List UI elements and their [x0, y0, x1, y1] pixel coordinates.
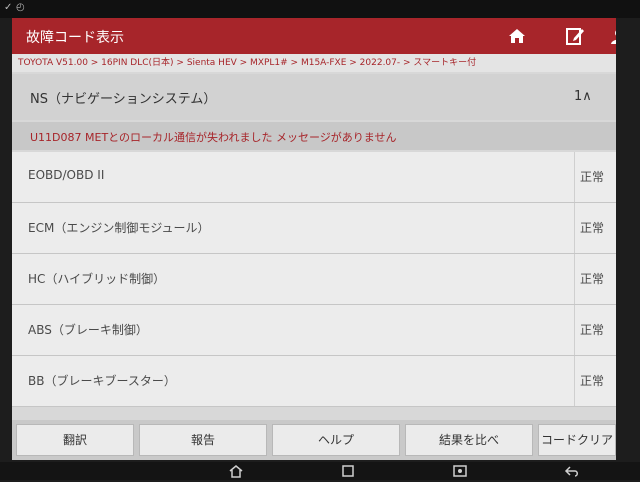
alarm-icon: ◴: [16, 2, 25, 13]
system-name: NS（ナビゲーションシステム）: [30, 92, 217, 107]
divider: [574, 203, 575, 253]
clear-codes-button[interactable]: コードクリア: [538, 424, 616, 456]
help-button[interactable]: ヘルプ: [272, 424, 400, 456]
list-item[interactable]: HC（ハイブリッド制御） 正常: [12, 254, 616, 305]
recents-icon[interactable]: [340, 463, 356, 482]
app-screen: 故障コード表示 TOYOTA V51.00 > 16PIN DLC(日本) > …: [12, 18, 616, 460]
back-icon[interactable]: [564, 463, 580, 482]
user-icon[interactable]: [608, 25, 616, 47]
signal-icon: ✓: [4, 2, 13, 13]
translate-button[interactable]: 翻訳: [16, 424, 134, 456]
divider: [574, 305, 575, 355]
ecu-list: EOBD/OBD II 正常 ECM（エンジン制御モジュール） 正常 HC（ハイ…: [12, 152, 616, 407]
list-item[interactable]: EOBD/OBD II 正常: [12, 152, 616, 203]
ecu-name: HC（ハイブリッド制御）: [28, 272, 166, 286]
report-button[interactable]: 報告: [139, 424, 267, 456]
ecu-status: 正常: [580, 170, 605, 184]
home-nav-icon[interactable]: [228, 463, 244, 482]
bottom-toolbar: 翻訳 報告 ヘルプ 結果を比べ コードクリア: [12, 420, 616, 460]
list-item[interactable]: BB（ブレーキブースター） 正常: [12, 356, 616, 407]
ecu-status: 正常: [580, 272, 605, 286]
ecu-status: 正常: [580, 323, 605, 337]
compare-results-button[interactable]: 結果を比べ: [405, 424, 533, 456]
ecu-name: BB（ブレーキブースター）: [28, 374, 176, 388]
ecu-name: ECM（エンジン制御モジュール）: [28, 221, 210, 235]
ecu-name: ABS（ブレーキ制御）: [28, 323, 148, 337]
ecu-name: EOBD/OBD II: [28, 168, 105, 182]
list-item[interactable]: ABS（ブレーキ制御） 正常: [12, 305, 616, 356]
home-icon[interactable]: [506, 25, 528, 47]
ecu-status: 正常: [580, 374, 605, 388]
edit-icon[interactable]: [564, 25, 586, 47]
system-row[interactable]: NS（ナビゲーションシステム） 1∧: [12, 74, 616, 120]
fault-message-row: U11D087 METとのローカル通信が失われました メッセージがありません: [12, 122, 616, 150]
fault-count[interactable]: 1∧: [574, 89, 592, 104]
divider: [574, 356, 575, 406]
page-title: 故障コード表示: [26, 30, 124, 46]
breadcrumb: TOYOTA V51.00 > 16PIN DLC(日本) > Sienta H…: [12, 54, 616, 72]
header-bar: 故障コード表示: [12, 18, 616, 54]
status-bar: ✓ ◴: [0, 0, 640, 18]
fault-message: U11D087 METとのローカル通信が失われました メッセージがありません: [30, 131, 397, 144]
android-nav-bar: [0, 462, 640, 480]
screenshot-icon[interactable]: [452, 463, 468, 482]
list-item[interactable]: ECM（エンジン制御モジュール） 正常: [12, 203, 616, 254]
divider: [574, 152, 575, 202]
ecu-status: 正常: [580, 221, 605, 235]
divider: [574, 254, 575, 304]
